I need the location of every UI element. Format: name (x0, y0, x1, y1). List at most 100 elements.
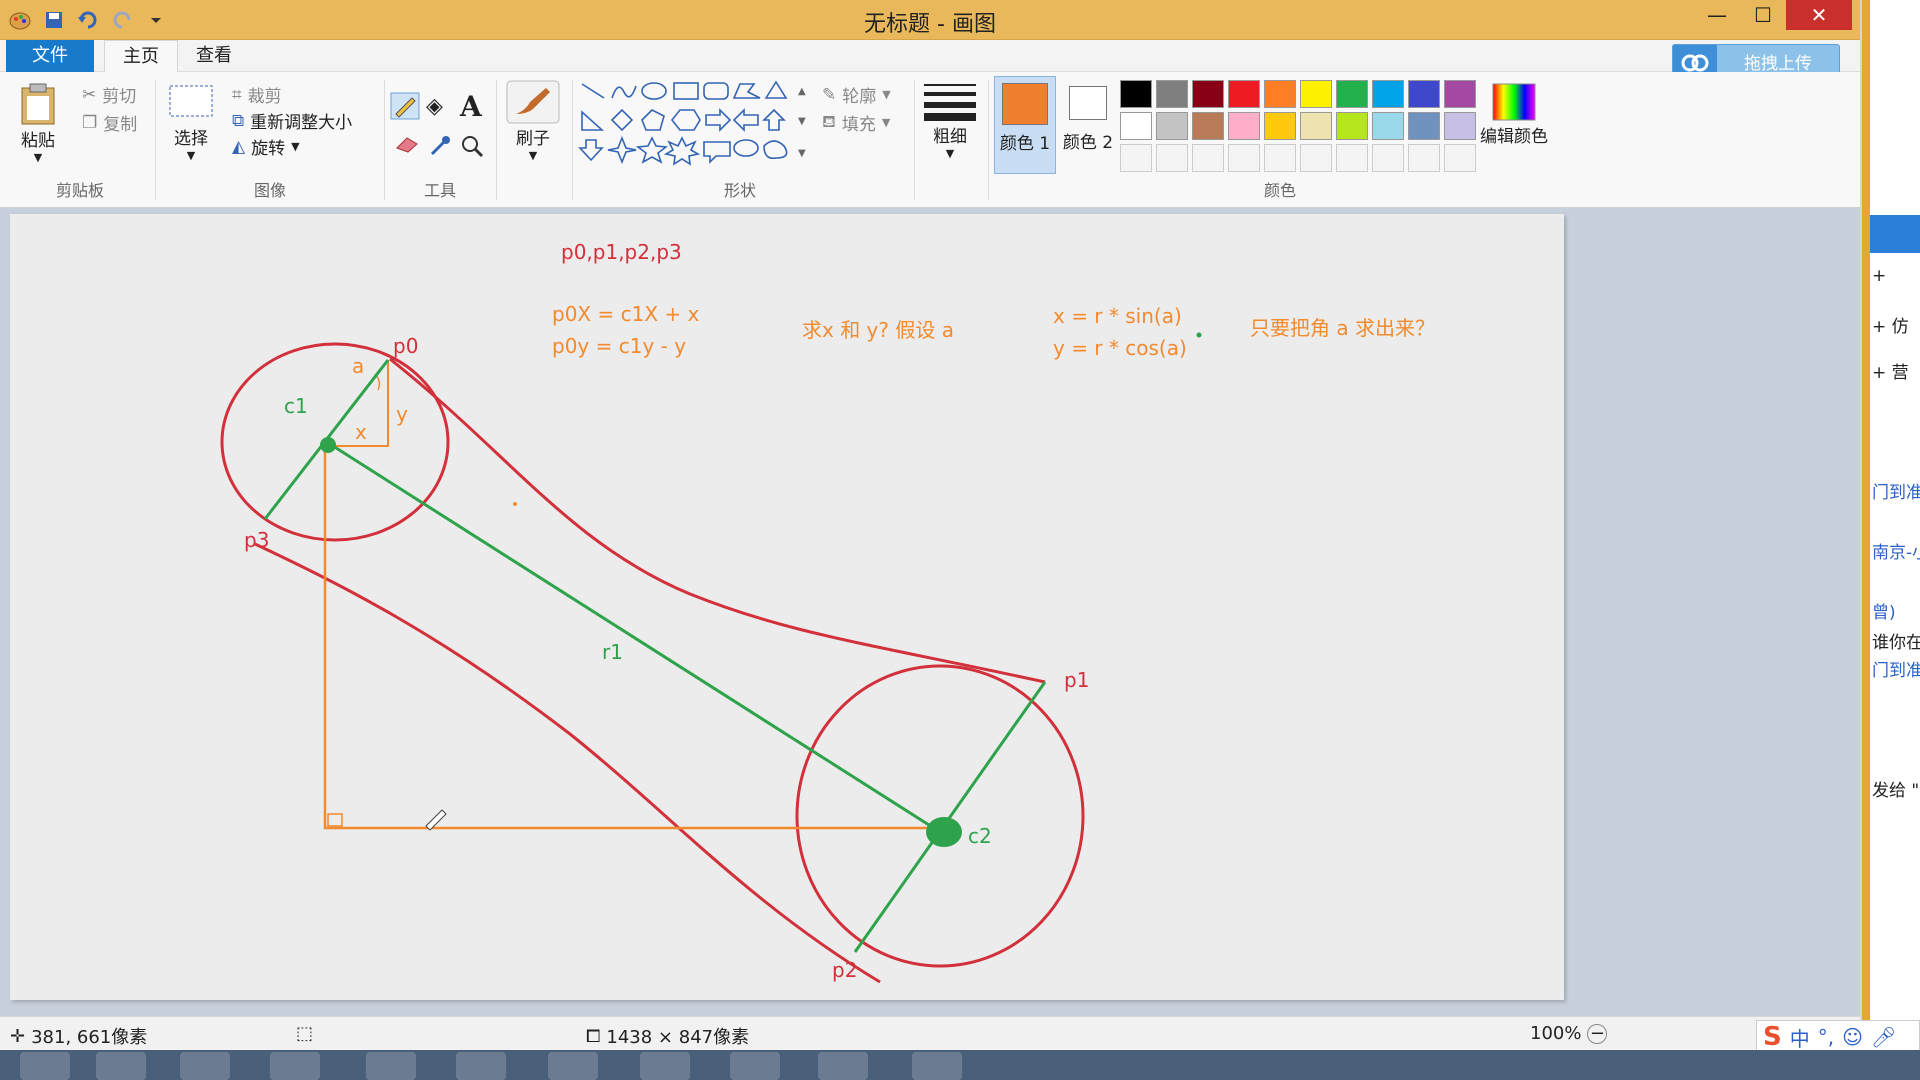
color1-label: 颜色 1 (999, 134, 1051, 154)
bg-item: 谁你在 (1872, 633, 1920, 653)
copy-icon: ❐ (82, 112, 98, 133)
taskbar-folder-icon[interactable] (96, 1052, 146, 1080)
ime-punct[interactable]: °, (1818, 1025, 1834, 1049)
drawing-canvas[interactable]: p0,p1,p2,p3 p0X = c1X + x p0y = c1y - y … (10, 214, 1564, 1000)
taskbar-app-icon[interactable] (270, 1052, 320, 1080)
edit-colors-button[interactable]: 编辑颜色 (1480, 82, 1548, 147)
note-p0y: p0y = c1y - y (552, 334, 687, 358)
lower-belt-curve (254, 542, 881, 984)
color2-button[interactable]: 颜色 2 (1058, 76, 1118, 174)
minimize-button[interactable]: — (1694, 0, 1740, 30)
color2-label: 颜色 2 (1062, 133, 1114, 153)
tools-group-label: 工具 (423, 181, 456, 200)
close-button[interactable]: ✕ (1786, 0, 1852, 30)
color-swatch[interactable] (1372, 112, 1404, 140)
color-swatch[interactable] (1120, 112, 1152, 140)
label-c1: c1 (284, 394, 308, 418)
label-r1: r1 (602, 640, 623, 664)
maximize-button[interactable]: ☐ (1740, 0, 1786, 30)
select-button[interactable]: 选择 ▼ (168, 84, 214, 162)
color-swatch[interactable] (1336, 80, 1368, 108)
taskbar-paint-icon[interactable] (818, 1052, 868, 1080)
color-swatch[interactable] (1444, 80, 1476, 108)
ime-mode[interactable]: 中 (1790, 1023, 1810, 1052)
empty-color-slot[interactable] (1264, 144, 1296, 172)
color-swatch[interactable] (1300, 80, 1332, 108)
fill-tool[interactable]: ◈ (426, 94, 443, 119)
taskbar-ie-icon[interactable] (366, 1052, 416, 1080)
select-rect-icon (169, 85, 213, 117)
taskbar-start-icon[interactable] (20, 1052, 70, 1080)
tab-file[interactable]: 文件 (6, 40, 94, 72)
empty-color-slot[interactable] (1408, 144, 1440, 172)
empty-color-slot[interactable] (1120, 144, 1152, 172)
color-swatch[interactable] (1444, 112, 1476, 140)
color-swatch[interactable] (1408, 112, 1440, 140)
magnifier-tool[interactable] (460, 134, 484, 158)
rotate-button[interactable]: ◭ 旋转 ▼ (232, 134, 300, 160)
size-button[interactable]: 粗细 ▼ (922, 82, 978, 160)
taskbar-app-icon[interactable] (730, 1052, 780, 1080)
copy-button[interactable]: ❐ 复制 (82, 110, 137, 136)
empty-color-slot[interactable] (1336, 144, 1368, 172)
tab-home[interactable]: 主页 (104, 40, 178, 72)
color-swatch[interactable] (1264, 112, 1296, 140)
color-swatch[interactable] (1228, 80, 1260, 108)
color-swatch[interactable] (1336, 112, 1368, 140)
microphone-icon[interactable]: 🎤︎ (1871, 1025, 1896, 1049)
shapes-gallery[interactable]: ▲ ▼ ▼ (578, 80, 808, 170)
image-group-label: 图像 (253, 181, 286, 200)
cut-button[interactable]: ✂ 剪切 (82, 82, 136, 108)
empty-color-slot[interactable] (1444, 144, 1476, 172)
color-swatch[interactable] (1192, 112, 1224, 140)
bg-item: 门到准 (1872, 483, 1920, 503)
color-swatch[interactable] (1408, 80, 1440, 108)
emoji-icon[interactable]: ☺ (1842, 1025, 1863, 1049)
window-edge (1862, 0, 1870, 1080)
taskbar-app-icon[interactable] (180, 1052, 230, 1080)
color-picker-tool[interactable] (428, 134, 452, 158)
empty-color-slot[interactable] (1372, 144, 1404, 172)
color-swatch[interactable] (1120, 80, 1152, 108)
taskbar (0, 1050, 1920, 1080)
window-title: 无标题 - 画图 (864, 12, 996, 37)
color-swatch[interactable] (1156, 80, 1188, 108)
zoom-value: 100% (1530, 1023, 1582, 1044)
color-swatch[interactable] (1192, 80, 1224, 108)
brush-button[interactable]: 刷子 ▼ (506, 80, 560, 162)
circle-c2 (795, 664, 1085, 968)
fill-button[interactable]: ⛾ 填充 ▼ (822, 110, 890, 136)
empty-color-slot[interactable] (1300, 144, 1332, 172)
taskbar-app-icon[interactable] (548, 1052, 598, 1080)
color-swatch[interactable] (1264, 80, 1296, 108)
crop-button[interactable]: ⌗ 裁剪 (232, 82, 282, 108)
color-swatch[interactable] (1300, 112, 1332, 140)
eraser-icon (396, 137, 418, 153)
note-points: p0,p1,p2,p3 (561, 240, 682, 264)
ime-toolbar[interactable]: S 中 °, ☺ 🎤︎ (1756, 1020, 1920, 1054)
tab-view[interactable]: 查看 (178, 40, 250, 72)
background-window: + + 仿 + 营 门到准 南京-小 曾) 谁你在 门到准 发给 "I (1860, 0, 1920, 1080)
zoom-out-icon[interactable]: − (1587, 1023, 1608, 1044)
text-tool[interactable]: A (460, 90, 482, 123)
empty-color-slot[interactable] (1228, 144, 1260, 172)
svg-text:▼: ▼ (798, 148, 806, 159)
bg-window-close-icon[interactable]: ✕ (1868, 14, 1883, 35)
taskbar-app-icon[interactable] (912, 1052, 962, 1080)
empty-color-slot[interactable] (1192, 144, 1224, 172)
outline-button[interactable]: ✎ 轮廓 ▼ (822, 82, 891, 108)
color-swatch[interactable] (1228, 112, 1260, 140)
empty-color-slot[interactable] (1156, 144, 1188, 172)
resize-button[interactable]: ⧉ 重新调整大小 (232, 108, 352, 134)
color1-button[interactable]: 颜色 1 (994, 76, 1056, 174)
eraser-tool[interactable] (394, 134, 420, 154)
stray-dot (513, 502, 517, 506)
paste-button[interactable]: 粘贴 ▼ (18, 82, 58, 164)
taskbar-app-icon[interactable] (640, 1052, 690, 1080)
label-p3: p3 (244, 528, 270, 552)
color-swatch[interactable] (1372, 80, 1404, 108)
pencil-tool[interactable] (390, 92, 420, 120)
color-swatch[interactable] (1156, 112, 1188, 140)
taskbar-app-icon[interactable] (456, 1052, 506, 1080)
label-c2: c2 (968, 824, 992, 848)
